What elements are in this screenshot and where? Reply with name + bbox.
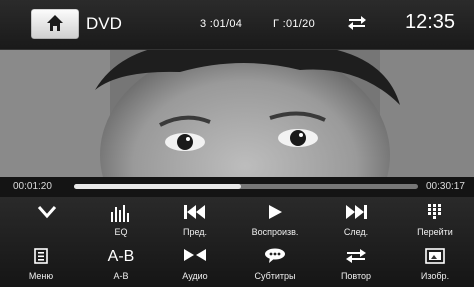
image-settings-button[interactable]: Изобр. <box>398 243 472 287</box>
audio-button[interactable]: Аудио <box>158 243 232 287</box>
next-label: След. <box>343 227 369 237</box>
video-image <box>0 50 474 177</box>
menu-icon <box>34 248 48 264</box>
home-icon <box>47 15 63 31</box>
seek-bar-fill <box>74 184 241 189</box>
chapter-indicator: 3 :01/04 <box>200 18 243 30</box>
subtitles-icon <box>265 248 285 263</box>
menu-label: Меню <box>28 271 54 281</box>
repeat-icon <box>346 249 366 263</box>
collapse-button[interactable] <box>10 199 84 243</box>
equalizer-icon <box>111 205 129 222</box>
play-button[interactable]: Воспроизв. <box>238 199 312 243</box>
home-button[interactable] <box>31 9 79 39</box>
goto-button[interactable]: Перейти <box>398 199 472 243</box>
previous-track-icon <box>184 205 205 219</box>
top-bar: DVD 3 :01/04 Г :01/20 12:35 <box>0 0 474 50</box>
ab-repeat-icon: A-B <box>107 248 135 265</box>
eq-button[interactable]: EQ <box>84 199 158 243</box>
previous-button[interactable]: Пред. <box>158 199 232 243</box>
keypad-icon <box>428 204 441 219</box>
audio-icon <box>184 249 206 261</box>
image-settings-label: Изобр. <box>420 271 450 281</box>
next-track-icon <box>346 205 367 219</box>
goto-label: Перейти <box>417 227 453 237</box>
repeat-label: Повтор <box>340 271 372 281</box>
ab-repeat-button[interactable]: A-B A-B <box>84 243 158 287</box>
image-settings-icon <box>425 248 445 264</box>
elapsed-time: 00:01:20 <box>13 181 52 192</box>
previous-label: Пред. <box>182 227 208 237</box>
subtitles-label: Субтитры <box>254 271 296 281</box>
repeat-button[interactable]: Повтор <box>319 243 393 287</box>
subtitles-button[interactable]: Субтитры <box>238 243 312 287</box>
chevron-down-icon <box>37 206 57 219</box>
control-panel: EQ Пред. Воспроизв. След. Перейти Меню A… <box>0 197 474 287</box>
repeat-status-icon <box>348 16 366 30</box>
ab-repeat-label: A-B <box>113 271 129 281</box>
clock: 12:35 <box>405 11 456 33</box>
seek-bar[interactable] <box>74 184 418 189</box>
menu-button[interactable]: Меню <box>4 243 78 287</box>
source-label: DVD <box>86 14 122 33</box>
audio-label: Аудио <box>182 271 208 281</box>
video-frame[interactable] <box>0 50 474 177</box>
progress-row: 00:01:20 00:30:17 <box>0 177 474 197</box>
eq-label: EQ <box>114 227 128 237</box>
dvd-player-screen: DVD 3 :01/04 Г :01/20 12:35 00:01:20 00:… <box>0 0 474 287</box>
play-label: Воспроизв. <box>251 227 299 237</box>
next-button[interactable]: След. <box>319 199 393 243</box>
play-icon <box>269 205 282 219</box>
title-indicator: Г :01/20 <box>273 18 315 30</box>
total-time: 00:30:17 <box>426 181 465 192</box>
